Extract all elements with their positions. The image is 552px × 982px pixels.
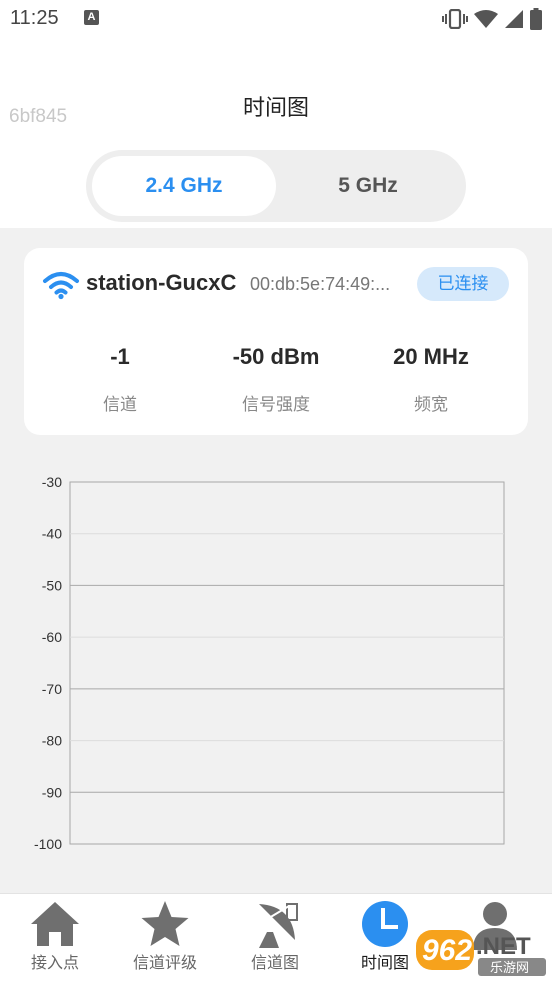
- ssid-label: station-GucxC: [86, 270, 237, 295]
- bssid-label: 00:db:5e:74:49:...: [250, 274, 391, 294]
- y-tick-label: -90: [42, 784, 62, 800]
- signal-strength-value: -50 dBm: [232, 344, 320, 369]
- star-icon: [141, 901, 189, 946]
- vibrate-icon: [442, 9, 468, 29]
- signal-strength-label: 信号强度: [242, 395, 310, 415]
- nav-item-channel-rating[interactable]: 信道评级: [110, 894, 220, 982]
- nav-label-channel-rating: 信道评级: [132, 953, 197, 972]
- y-tick-label: -30: [42, 474, 62, 490]
- y-tick-label: -50: [42, 577, 62, 593]
- channel-value: -1: [110, 344, 130, 369]
- page-title: 时间图: [242, 96, 309, 121]
- bandwidth-value: 20 MHz: [393, 344, 469, 369]
- y-tick-label: -100: [34, 836, 62, 852]
- nav-label-access-points: 接入点: [30, 953, 79, 972]
- bandwidth-label: 频宽: [414, 395, 448, 415]
- status-time: 11:25: [10, 7, 59, 29]
- battery-icon: [530, 8, 542, 30]
- nav-label-channel-graph: 信道图: [250, 953, 299, 972]
- cell-signal-icon: [505, 10, 523, 28]
- status-icons: [442, 8, 542, 30]
- band-option-5ghz[interactable]: 5 GHz: [276, 156, 460, 216]
- wifi-signal-icon: [474, 10, 498, 28]
- band-toggle: 2.4 GHz 5 GHz: [86, 150, 466, 222]
- channel-label: 信道: [103, 395, 137, 415]
- stat-channel: -1 信道: [36, 344, 204, 415]
- notification-icon: A: [84, 10, 99, 25]
- svg-text:.NET: .NET: [476, 933, 531, 960]
- connection-status-badge: 已连接: [417, 267, 509, 301]
- band-option-2-4ghz[interactable]: 2.4 GHz: [92, 156, 276, 216]
- wifi-icon: [43, 272, 79, 300]
- house-icon: [31, 902, 79, 946]
- stat-bandwidth: 20 MHz 频宽: [347, 344, 515, 415]
- nav-item-access-points[interactable]: 接入点: [0, 894, 110, 982]
- status-bar: 11:25 A: [0, 0, 552, 38]
- y-tick-label: -70: [42, 681, 62, 697]
- plot-area: [69, 481, 505, 845]
- clock-icon: [362, 901, 408, 947]
- y-tick-label: -40: [42, 526, 62, 542]
- watermark-logo: 962 .NET 乐游网: [416, 930, 546, 976]
- satellite-dish-icon: [259, 903, 298, 948]
- y-tick-label: -80: [42, 733, 62, 749]
- network-card[interactable]: station-GucxC 00:db:5e:74:49:... 已连接 -1 …: [24, 248, 528, 435]
- y-tick-label: -60: [42, 629, 62, 645]
- time-graph-chart: -30 -40 -50 -60 -70 -80 -90 -100: [34, 474, 505, 852]
- stat-signal-strength: -50 dBm 信号强度: [192, 344, 360, 415]
- svg-text:962: 962: [422, 934, 472, 967]
- nav-item-channel-graph[interactable]: 信道图: [220, 894, 330, 982]
- svg-text:乐游网: 乐游网: [490, 961, 529, 976]
